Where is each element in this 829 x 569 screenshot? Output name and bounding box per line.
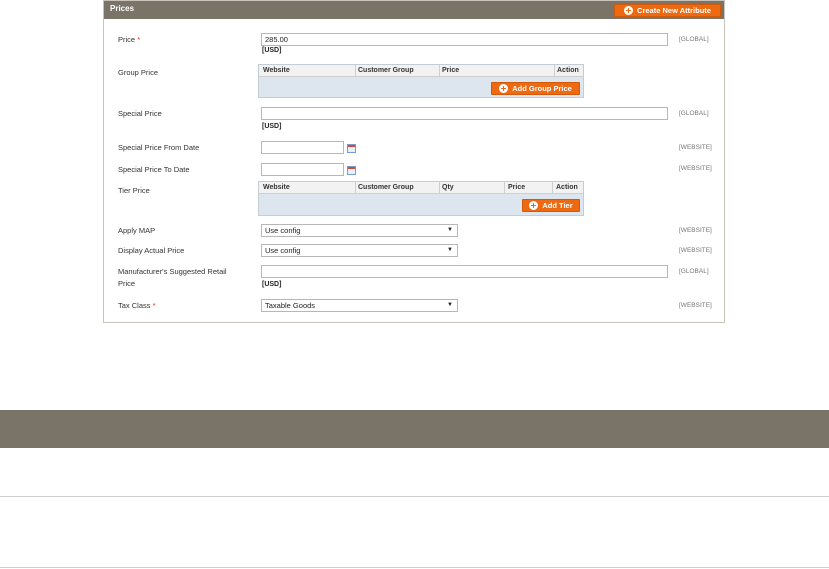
apply-map-scope: [WEBSITE] bbox=[679, 227, 712, 234]
row-divider bbox=[0, 567, 829, 568]
column-header: Customer Group bbox=[358, 67, 414, 74]
column-header: Website bbox=[263, 184, 290, 191]
column-header: Price bbox=[442, 67, 460, 74]
group-price-label: Group Price bbox=[118, 68, 159, 77]
special-to-input[interactable] bbox=[261, 163, 344, 176]
special-price-scope: [GLOBAL] bbox=[679, 110, 709, 117]
tax-class-scope: [WEBSITE] bbox=[679, 302, 712, 309]
special-price-label: Special Price bbox=[118, 109, 162, 118]
special-price-input[interactable] bbox=[261, 107, 668, 120]
calendar-icon[interactable] bbox=[347, 166, 356, 175]
tier-price-grid: Website Customer Group Qty Price Action … bbox=[258, 181, 584, 216]
display-actual-select[interactable]: Use config ▼ bbox=[261, 244, 458, 257]
msrp-label-line1: Manufacturer's Suggested Retail bbox=[118, 267, 227, 276]
add-tier-button[interactable]: Add Tier bbox=[522, 199, 580, 212]
prices-panel: Prices Create New Attribute Price * 285.… bbox=[103, 0, 725, 323]
special-to-label: Special Price To Date bbox=[118, 165, 190, 174]
special-from-scope: [WEBSITE] bbox=[679, 144, 712, 151]
apply-map-label: Apply MAP bbox=[118, 226, 156, 235]
column-header: Qty bbox=[442, 184, 454, 191]
special-from-input[interactable] bbox=[261, 141, 344, 154]
price-scope: [GLOBAL] bbox=[679, 36, 709, 43]
column-header: Action bbox=[556, 184, 578, 191]
grid-header: Website Customer Group Price Action bbox=[259, 65, 583, 77]
column-header: Action bbox=[557, 67, 579, 74]
special-to-scope: [WEBSITE] bbox=[679, 165, 712, 172]
chevron-down-icon: ▼ bbox=[447, 302, 453, 308]
msrp-currency: [USD] bbox=[262, 281, 282, 288]
tax-class-value: Taxable Goods bbox=[265, 301, 316, 310]
chevron-down-icon: ▼ bbox=[447, 247, 453, 253]
tax-class-select[interactable]: Taxable Goods ▼ bbox=[261, 299, 458, 312]
group-price-grid: Website Customer Group Price Action Add … bbox=[258, 64, 584, 98]
chevron-down-icon: ▼ bbox=[447, 227, 453, 233]
panel-title: Prices bbox=[110, 4, 135, 13]
required-mark: * bbox=[152, 301, 156, 310]
add-group-price-label: Add Group Price bbox=[512, 84, 572, 93]
column-header: Customer Group bbox=[358, 184, 414, 191]
calendar-icon[interactable] bbox=[347, 144, 356, 153]
special-price-currency: [USD] bbox=[262, 123, 282, 130]
display-actual-scope: [WEBSITE] bbox=[679, 247, 712, 254]
table-header-band bbox=[0, 410, 829, 448]
price-currency: [USD] bbox=[262, 47, 282, 54]
column-header: Website bbox=[263, 67, 290, 74]
plus-circle-icon bbox=[529, 201, 539, 210]
plus-circle-icon bbox=[499, 84, 509, 93]
column-header: Price bbox=[508, 184, 526, 191]
apply-map-value: Use config bbox=[265, 226, 301, 235]
add-group-price-button[interactable]: Add Group Price bbox=[491, 82, 580, 95]
msrp-label-line2: Price bbox=[118, 279, 136, 288]
display-actual-label: Display Actual Price bbox=[118, 246, 185, 255]
create-new-attribute-button[interactable]: Create New Attribute bbox=[614, 4, 721, 17]
create-new-attribute-label: Create New Attribute bbox=[637, 6, 711, 15]
row-divider bbox=[0, 496, 829, 497]
required-mark: * bbox=[137, 35, 141, 44]
display-actual-value: Use config bbox=[265, 246, 301, 255]
msrp-input[interactable] bbox=[261, 265, 668, 278]
price-input[interactable]: 285.00 bbox=[261, 33, 668, 46]
tier-price-label: Tier Price bbox=[118, 186, 150, 195]
grid-header: Website Customer Group Qty Price Action bbox=[259, 182, 583, 194]
tax-class-label: Tax Class * bbox=[118, 301, 156, 310]
plus-circle-icon bbox=[624, 6, 634, 15]
panel-header: Prices Create New Attribute bbox=[104, 1, 724, 19]
price-label: Price * bbox=[118, 35, 141, 44]
apply-map-select[interactable]: Use config ▼ bbox=[261, 224, 458, 237]
msrp-scope: [GLOBAL] bbox=[679, 268, 709, 275]
special-from-label: Special Price From Date bbox=[118, 143, 200, 152]
add-tier-label: Add Tier bbox=[542, 201, 573, 210]
